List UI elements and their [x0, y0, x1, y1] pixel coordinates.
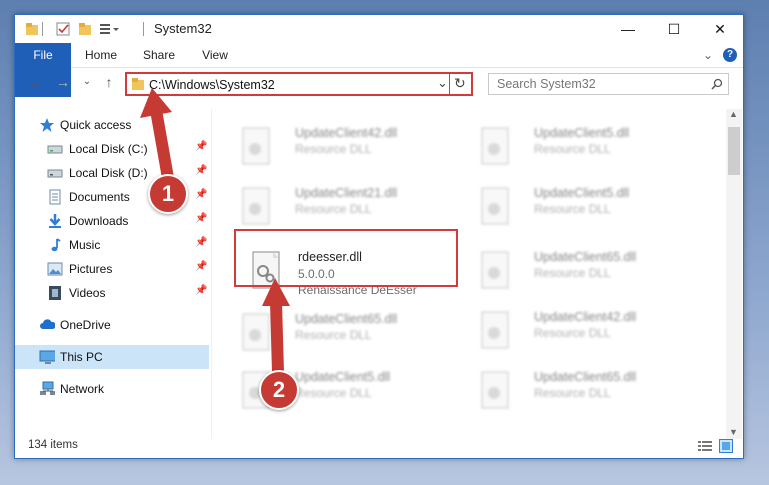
- step-2-callout: 2: [259, 370, 299, 410]
- arrow-head-icon: [262, 278, 290, 306]
- arrow-head-icon: [140, 88, 172, 118]
- annotation-arrows: [140, 88, 290, 378]
- step-1-callout: 1: [148, 174, 188, 214]
